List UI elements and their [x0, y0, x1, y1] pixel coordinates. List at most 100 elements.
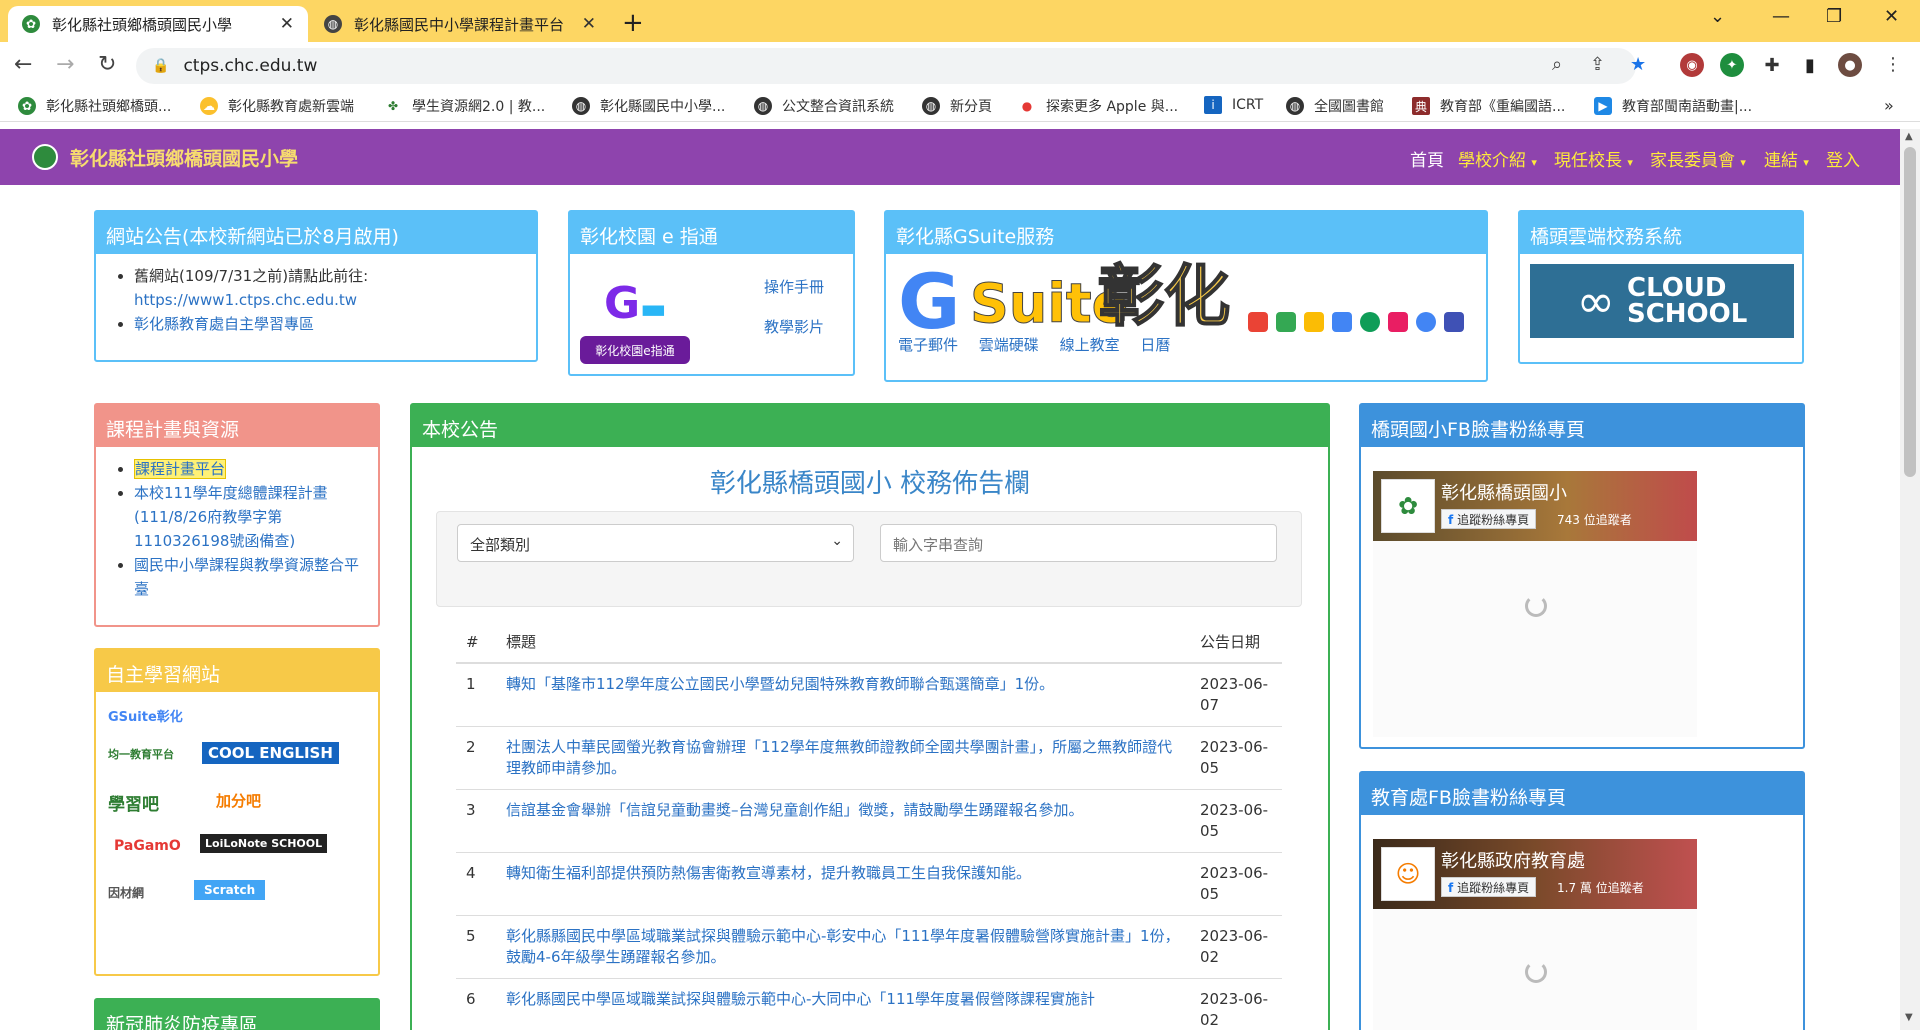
column-header: # [456, 621, 496, 664]
menu-home[interactable]: 首頁 [1410, 146, 1444, 171]
bookmark-item[interactable]: ☁ 彰化縣教育處新雲端 [200, 96, 354, 116]
menu-principal[interactable]: 現任校長 ▾ [1554, 146, 1633, 171]
tab-school[interactable]: ✿ 彰化縣社頭鄉橋頭國民小學 ✕ [8, 6, 308, 42]
cool-english-logo-link[interactable]: COOL ENGLISH [202, 742, 339, 764]
menu-login[interactable]: 登入 [1826, 146, 1860, 171]
docs-icon[interactable] [1304, 312, 1324, 332]
school-favicon-icon: ✿ [18, 97, 36, 115]
announcement-link[interactable]: 彰化縣國民中學區域職業試探與體驗示範中心-大同中心「111學年度暑假營隊課程實施… [506, 990, 1095, 1008]
manual-link[interactable]: 操作手冊 [764, 276, 824, 297]
tutorial-video-link[interactable]: 教學影片 [764, 316, 824, 337]
announcement-link[interactable]: 轉知衛生福利部提供預防熱傷害衛教宣導素材，提升教職員工生自我保護知能。 [506, 864, 1031, 882]
minimize-icon[interactable]: — [1772, 6, 1790, 27]
scratch-logo-link[interactable]: Scratch [194, 880, 266, 900]
edu-mascot-icon: ☺ [1381, 847, 1435, 901]
forward-arrow-icon[interactable]: → [56, 52, 74, 77]
bookmark-item[interactable]: ✿ 彰化縣社頭鄉橋頭... [18, 96, 171, 116]
side-panel-icon[interactable]: ▮ [1798, 53, 1822, 77]
loilo-logo-link[interactable]: LoiLoNote SCHOOL [200, 834, 328, 853]
site-title[interactable]: 彰化縣社頭鄉橋頭國民小學 [70, 144, 298, 171]
curriculum-platform-link[interactable]: 課程計畫平台 [134, 459, 227, 479]
extension-green-icon[interactable]: ✦ [1720, 53, 1744, 77]
calendar-icon[interactable] [1332, 312, 1352, 332]
menu-parents[interactable]: 家長委員會 ▾ [1650, 146, 1746, 171]
announcement-link[interactable]: 社團法人中華民國螢光教育協會辦理「112學年度無教師證教師全國共學團計畫」，所屬… [506, 738, 1172, 777]
gmail-icon[interactable] [1248, 312, 1268, 332]
back-arrow-icon[interactable]: ← [14, 52, 32, 77]
chrome-icon[interactable] [1416, 312, 1436, 332]
old-site-link[interactable]: https://www1.ctps.chc.edu.tw [134, 291, 357, 309]
drive-link[interactable]: 雲端硬碟 [979, 336, 1039, 354]
announcement-link[interactable]: 轉知「基隆市112學年度公立國民小學暨幼兒園特殊教育教師聯合甄選簡章」1份。 [506, 675, 1054, 693]
profile-avatar-icon[interactable]: ● [1838, 53, 1862, 77]
self-learning-panel: 自主學習網站 GSuite彰化 均一教育平台 COOL ENGLISH 學習吧 … [94, 648, 380, 976]
close-tab-icon[interactable]: ✕ [582, 14, 596, 34]
bookmark-item[interactable]: ◍ 彰化縣國民中小學... [572, 96, 725, 116]
bookmark-item[interactable]: 典教育部《重編國語... [1412, 96, 1565, 116]
adaptive-learning-logo-link[interactable]: 因材網 [108, 884, 144, 901]
menu-kebab-icon[interactable]: ⋮ [1884, 54, 1902, 75]
restore-icon[interactable]: ❐ [1826, 6, 1842, 27]
scroll-up-icon[interactable]: ▲ [1905, 131, 1913, 142]
bookmark-item[interactable]: ◍ 全國圖書館 [1286, 96, 1384, 116]
gsuite-logo-link[interactable]: GSuite彰化 [108, 706, 183, 725]
fb-follow-button[interactable]: f 追蹤粉絲專頁 [1441, 877, 1537, 897]
close-window-icon[interactable]: ✕ [1884, 6, 1899, 27]
panel-title: 橋頭國小FB臉書粉絲專頁 [1361, 405, 1803, 447]
ecampus-badge[interactable]: 彰化校園e指通 [580, 336, 690, 364]
extensions-puzzle-icon[interactable]: ✚ [1760, 53, 1784, 77]
address-bar[interactable]: 🔒 ctps.chc.edu.tw [136, 48, 1636, 84]
more-bookmarks-icon[interactable]: » [1884, 96, 1894, 115]
list-item: 舊網站(109/7/31之前)請點此前往:https://www1.ctps.c… [134, 264, 536, 312]
calendar-link[interactable]: 日曆 [1140, 336, 1170, 354]
close-tab-icon[interactable]: ✕ [280, 14, 294, 34]
bookmark-item[interactable]: ▶ 教育部閩南語動畫|... [1594, 96, 1752, 116]
bookmark-item[interactable]: i ICRT [1204, 96, 1263, 114]
tab-curriculum[interactable]: ◍ 彰化縣國民中小學課程計畫平台 ✕ [310, 6, 610, 42]
menu-school-intro[interactable]: 學校介紹 ▾ [1458, 146, 1537, 171]
school-curriculum-link[interactable]: 本校111學年度總體課程計畫(111/8/26府教學字第1110326198號函… [134, 484, 328, 550]
page-scrollbar[interactable]: ▲ ▼ [1900, 129, 1920, 1030]
bookmark-item[interactable]: ◍ 公文整合資訊系統 [754, 96, 894, 116]
new-tab-icon[interactable]: + [622, 8, 644, 38]
hangouts-icon[interactable] [1360, 312, 1380, 332]
photos-icon[interactable] [1388, 312, 1408, 332]
resource-platform-link[interactable]: 國民中小學課程與教學資源整合平臺 [134, 556, 359, 598]
ecampus-logo-icon: G▬ [604, 278, 667, 329]
announcements-panel: 本校公告 彰化縣橋頭國小 校務佈告欄 全部類別 ⌄ 輸入字串查詢 # 標題 公告… [410, 403, 1330, 1030]
bookmark-item[interactable]: ✤ 學生資源網2.0 | 教... [384, 96, 545, 116]
reload-icon[interactable]: ↻ [98, 52, 116, 77]
browser-toolbar: ← → ↻ 🔒 ctps.chc.edu.tw ⌕ ⇪ ★ ◉ ✦ ✚ ▮ ● … [0, 42, 1920, 90]
junyi-logo-link[interactable]: 均一教育平台 [108, 746, 174, 762]
announcement-link[interactable]: 彰化縣縣國民中學區域職業試探與體驗示範中心-彰安中心「111學年度暑假體驗營隊實… [506, 927, 1180, 966]
bookmark-star-icon[interactable]: ★ [1630, 54, 1646, 75]
fb-page-card[interactable]: ☺ 彰化縣政府教育處 f 追蹤粉絲專頁 1.7 萬 位追蹤者 [1373, 839, 1697, 909]
extension-red-icon[interactable]: ◉ [1680, 53, 1704, 77]
announcement-link[interactable]: 信誼基金會舉辦「信誼兒童動畫獎–台灣兒童創作組」徵獎，請鼓勵學生踴躍報名參加。 [506, 801, 1084, 819]
learn-bar-logo-link[interactable]: 學習吧 [108, 790, 159, 815]
scroll-down-icon[interactable]: ▼ [1905, 1012, 1913, 1023]
tab-search-chevron-icon[interactable]: ⌄ [1710, 6, 1725, 27]
classroom-link[interactable]: 線上教室 [1060, 336, 1120, 354]
self-learning-link[interactable]: 彰化縣教育處自主學習專區 [134, 315, 314, 333]
cloud-school-button[interactable]: ∞ CLOUD SCHOOL [1530, 264, 1794, 338]
search-icon[interactable] [1444, 312, 1464, 332]
zoom-icon[interactable]: ⌕ [1552, 54, 1562, 75]
pagamo-logo-link[interactable]: PaGamO [114, 838, 181, 854]
fb-follow-button[interactable]: f 追蹤粉絲專頁 [1441, 509, 1537, 529]
drive-icon[interactable] [1276, 312, 1296, 332]
bookmark-item[interactable]: ● 探索更多 Apple 與... [1018, 96, 1178, 116]
fb-page-name[interactable]: 彰化縣政府教育處 [1441, 847, 1585, 873]
menu-links[interactable]: 連結 ▾ [1764, 146, 1809, 171]
announcement-board-title: 彰化縣橋頭國小 校務佈告欄 [709, 469, 1031, 499]
share-icon[interactable]: ⇪ [1590, 54, 1605, 75]
category-select[interactable]: 全部類別 ⌄ [457, 524, 854, 562]
fb-page-name[interactable]: 彰化縣橋頭國小 [1441, 479, 1567, 505]
filter-box: 全部類別 ⌄ 輸入字串查詢 [436, 511, 1302, 607]
plus-bar-logo-link[interactable]: 加分吧 [216, 790, 261, 811]
fb-page-card[interactable]: ✿ 彰化縣橋頭國小 f 追蹤粉絲專頁 743 位追蹤者 [1373, 471, 1697, 541]
scroll-thumb[interactable] [1904, 147, 1916, 477]
email-link[interactable]: 電子郵件 [898, 336, 958, 354]
search-input[interactable]: 輸入字串查詢 [880, 524, 1277, 562]
bookmark-item[interactable]: ◍ 新分頁 [922, 96, 992, 116]
